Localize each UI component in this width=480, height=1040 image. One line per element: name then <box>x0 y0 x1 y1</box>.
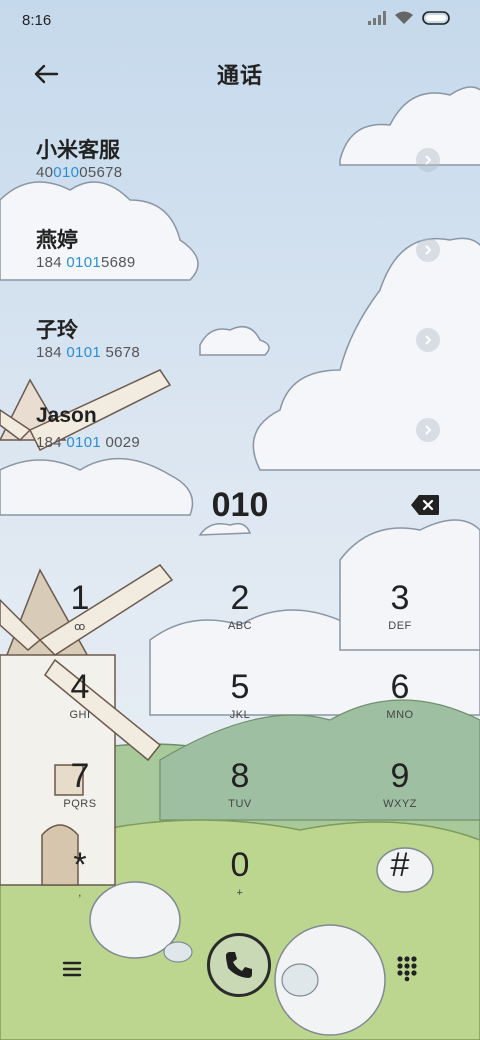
contact-row[interactable]: 燕婷 184 01015689 <box>0 208 480 288</box>
backspace-button[interactable] <box>410 494 444 520</box>
app-header: 通话 <box>0 48 480 98</box>
menu-icon <box>62 961 82 977</box>
key-0[interactable]: 0 + <box>170 837 310 923</box>
chevron-right-icon[interactable] <box>416 418 440 442</box>
contact-number: 184 0101 0029 <box>36 434 141 451</box>
contact-row[interactable]: 子玲 184 0101 5678 <box>0 298 480 378</box>
chevron-right-icon[interactable] <box>416 238 440 262</box>
status-icons <box>368 11 452 25</box>
status-time: 8:16 <box>22 12 52 29</box>
battery-icon <box>422 11 450 25</box>
key-1[interactable]: 1ꝏ <box>10 570 150 656</box>
key-3[interactable]: 3 DEF <box>330 570 470 656</box>
key-star[interactable]: *, <box>10 837 150 923</box>
wifi-icon <box>395 11 413 24</box>
key-5[interactable]: 5 JKL <box>170 659 310 745</box>
dialpad-icon <box>397 956 417 982</box>
contact-number: 184 0101 5678 <box>36 344 141 361</box>
contact-name: 燕婷 <box>36 229 78 252</box>
status-bar: 8:16 <box>0 0 480 42</box>
key-8[interactable]: 8 TUV <box>170 748 310 834</box>
call-button[interactable] <box>207 933 271 997</box>
chevron-right-icon[interactable] <box>416 328 440 352</box>
contact-number: 184 01015689 <box>36 254 136 271</box>
page-title: 通话 <box>216 63 263 88</box>
key-2[interactable]: 2 ABC <box>170 570 310 656</box>
dialed-number-display: 010 <box>211 486 269 524</box>
key-hash[interactable]: # <box>330 837 470 923</box>
contact-number: 4001005678 <box>36 164 123 181</box>
key-7[interactable]: 7 PQRS <box>10 748 150 834</box>
key-9[interactable]: 9 WXYZ <box>330 748 470 834</box>
dialpad: 1ꝏ 2 ABC 3 DEF 4 GHI 5 JKL 6 MNO 7 PQRS 8 TUV 9… <box>0 570 480 930</box>
menu-button[interactable] <box>58 954 88 984</box>
key-6[interactable]: 6 MNO <box>330 659 470 745</box>
contact-name: Jason <box>36 404 97 427</box>
contact-row[interactable]: Jason 184 0101 0029 <box>0 388 480 468</box>
bottom-action-bar <box>0 930 480 1010</box>
key-4[interactable]: 4 GHI <box>10 659 150 745</box>
voicemail-icon: ꝏ <box>74 621 86 633</box>
dialpad-toggle-button[interactable] <box>392 952 422 982</box>
chevron-right-icon[interactable] <box>416 148 440 172</box>
contact-name: 小米客服 <box>36 139 120 162</box>
contact-name: 子玲 <box>36 319 78 342</box>
signal-icon <box>368 11 386 25</box>
backspace-icon <box>411 495 439 515</box>
contact-row[interactable]: 小米客服 4001005678 <box>0 118 480 198</box>
phone-icon <box>226 952 252 978</box>
